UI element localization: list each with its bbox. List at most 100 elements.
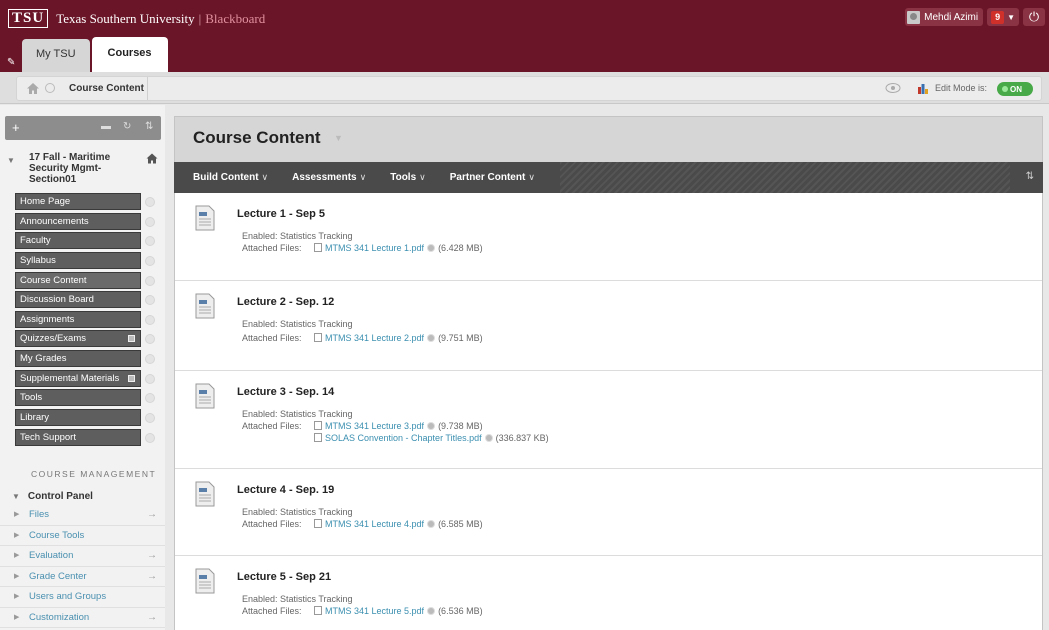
tab-courses[interactable]: Courses xyxy=(91,37,168,72)
content-list: Lecture 1 - Sep 5 Enabled: Statistics Tr… xyxy=(174,193,1043,630)
options-icon[interactable] xyxy=(145,295,155,306)
tools-button[interactable]: Tools ∨ xyxy=(390,172,426,183)
sidebar-item-syllabus[interactable]: Syllabus xyxy=(15,251,155,269)
reorder-icon[interactable]: ⇅ xyxy=(145,121,153,132)
control-panel-item-course-tools[interactable]: ▶ Course Tools xyxy=(0,526,165,546)
options-icon[interactable] xyxy=(427,244,436,252)
pin-icon[interactable]: ✎ xyxy=(7,57,15,68)
chevron-down-icon[interactable]: ▼ xyxy=(334,133,343,143)
options-icon[interactable] xyxy=(484,434,493,442)
file-link[interactable]: MTMS 341 Lecture 4.pdf xyxy=(325,519,424,529)
partner-content-button[interactable]: Partner Content ∨ xyxy=(450,172,535,183)
tab-label: My TSU xyxy=(36,48,76,60)
options-icon[interactable] xyxy=(427,334,436,342)
attached-file-row: Attached Files: MTMS 341 Lecture 1.pdf (6.… xyxy=(242,243,483,253)
tab-my-tsu[interactable]: My TSU xyxy=(22,39,90,72)
item-title[interactable]: Lecture 1 - Sep 5 xyxy=(237,208,325,220)
circle-icon[interactable] xyxy=(45,83,55,93)
eye-icon[interactable] xyxy=(885,82,901,94)
sidebar-item-faculty[interactable]: Faculty xyxy=(15,232,155,250)
avatar xyxy=(907,10,921,24)
file-size: (6.585 MB) xyxy=(438,519,483,529)
item-title[interactable]: Lecture 2 - Sep. 12 xyxy=(237,296,334,308)
sidebar-item-tech-support[interactable]: Tech Support xyxy=(15,428,155,446)
options-icon[interactable] xyxy=(145,275,155,286)
power-icon: ⏻ xyxy=(1028,9,1040,24)
item-title[interactable]: Lecture 4 - Sep. 19 xyxy=(237,484,334,496)
options-icon[interactable] xyxy=(427,422,436,430)
expand-icon: ▶ xyxy=(14,593,20,600)
menu-label: My Grades xyxy=(20,353,67,365)
options-icon[interactable] xyxy=(145,413,155,424)
sidebar-item-home-page[interactable]: Home Page xyxy=(15,193,155,210)
options-icon[interactable] xyxy=(427,607,436,615)
sidebar-item-quizzes-exams[interactable]: Quizzes/Exams xyxy=(15,330,155,348)
attached-file-row: Attached Files: MTMS 341 Lecture 2.pdf (9.… xyxy=(242,333,483,343)
sidebar-item-discussion-board[interactable]: Discussion Board xyxy=(15,291,155,309)
options-icon[interactable] xyxy=(145,216,155,227)
list-item: Lecture 2 - Sep. 12 Enabled: Statistics … xyxy=(175,281,1042,371)
arrow-right-icon: → xyxy=(147,509,157,520)
user-menu-button[interactable]: Mehdi Azimi xyxy=(905,8,984,26)
document-icon xyxy=(314,243,322,252)
control-panel-toggle[interactable]: ▼ Control Panel xyxy=(12,491,93,502)
control-panel-item-files[interactable]: ▶ Files → xyxy=(0,505,165,526)
notifications-button[interactable]: 9 ▼ xyxy=(987,8,1019,26)
course-title[interactable]: 17 Fall - Maritime Security Mgmt-Section… xyxy=(29,152,139,185)
divider xyxy=(147,77,148,100)
logout-button[interactable]: ⏻ xyxy=(1023,8,1045,26)
file-link[interactable]: MTMS 341 Lecture 3.pdf xyxy=(325,421,424,431)
sidebar-item-supplemental-materials[interactable]: Supplemental Materials xyxy=(15,369,155,387)
sidebar-item-assignments[interactable]: Assignments xyxy=(15,310,155,328)
performance-dashboard-icon[interactable] xyxy=(917,82,929,94)
menu-label: Tools xyxy=(20,392,43,404)
options-icon[interactable] xyxy=(145,334,155,345)
edit-mode-toggle[interactable]: ON xyxy=(997,82,1033,96)
file-link[interactable]: SOLAS Convention - Chapter Titles.pdf xyxy=(325,433,482,443)
sidebar-item-tools[interactable]: Tools xyxy=(15,389,155,407)
options-icon[interactable] xyxy=(427,520,436,528)
reorder-icon[interactable]: ⇅ xyxy=(1026,171,1034,182)
sidebar-item-my-grades[interactable]: My Grades xyxy=(15,350,155,368)
file-link[interactable]: MTMS 341 Lecture 2.pdf xyxy=(325,333,424,343)
refresh-icon[interactable]: ↻ xyxy=(123,121,131,132)
folder-view-icon[interactable]: ▬ xyxy=(101,121,111,132)
sidebar-item-course-content[interactable]: Course Content xyxy=(15,271,155,289)
options-icon[interactable] xyxy=(145,432,155,443)
sidebar-item-announcements[interactable]: Announcements xyxy=(15,212,155,230)
control-panel-item-grade-center[interactable]: ▶ Grade Center → xyxy=(0,567,165,587)
subpage-icon xyxy=(128,335,135,343)
item-enabled: Enabled: Statistics Tracking xyxy=(242,319,353,329)
tsu-logo: TSU xyxy=(8,9,49,28)
user-name: Mehdi Azimi xyxy=(924,11,979,23)
course-home-icon[interactable] xyxy=(146,153,158,164)
user-area: Mehdi Azimi 9 ▼ ⏻ xyxy=(905,8,1045,26)
item-title[interactable]: Lecture 3 - Sep. 14 xyxy=(237,386,334,398)
control-panel-item-evaluation[interactable]: ▶ Evaluation → xyxy=(0,546,165,567)
item-title[interactable]: Lecture 5 - Sep 21 xyxy=(237,571,331,583)
document-icon xyxy=(314,333,322,342)
build-content-button[interactable]: Build Content ∨ xyxy=(193,172,268,183)
options-icon[interactable] xyxy=(145,393,155,404)
action-label: Tools xyxy=(390,172,417,183)
add-menu-item-icon[interactable]: + xyxy=(12,120,20,135)
expand-icon: ▶ xyxy=(14,531,20,539)
control-panel-item-customization[interactable]: ▶ Customization → xyxy=(0,608,165,628)
menu-label: Tech Support xyxy=(20,431,76,443)
brand[interactable]: TSU Texas Southern University | Blackboa… xyxy=(8,9,265,28)
assessments-button[interactable]: Assessments ∨ xyxy=(292,172,366,183)
home-icon[interactable] xyxy=(26,82,40,95)
action-label: Partner Content xyxy=(449,172,526,183)
options-icon[interactable] xyxy=(145,236,155,247)
options-icon[interactable] xyxy=(145,373,155,384)
options-icon[interactable] xyxy=(145,197,155,207)
collapse-icon[interactable]: ▼ xyxy=(7,156,15,165)
school-name: Texas Southern University xyxy=(56,10,195,26)
options-icon[interactable] xyxy=(145,255,155,266)
sidebar-item-library[interactable]: Library xyxy=(15,409,155,427)
options-icon[interactable] xyxy=(145,314,155,325)
file-link[interactable]: MTMS 341 Lecture 1.pdf xyxy=(325,243,424,253)
control-panel-item-users-and-groups[interactable]: ▶ Users and Groups xyxy=(0,587,165,608)
file-link[interactable]: MTMS 341 Lecture 5.pdf xyxy=(325,606,424,616)
options-icon[interactable] xyxy=(145,354,155,365)
